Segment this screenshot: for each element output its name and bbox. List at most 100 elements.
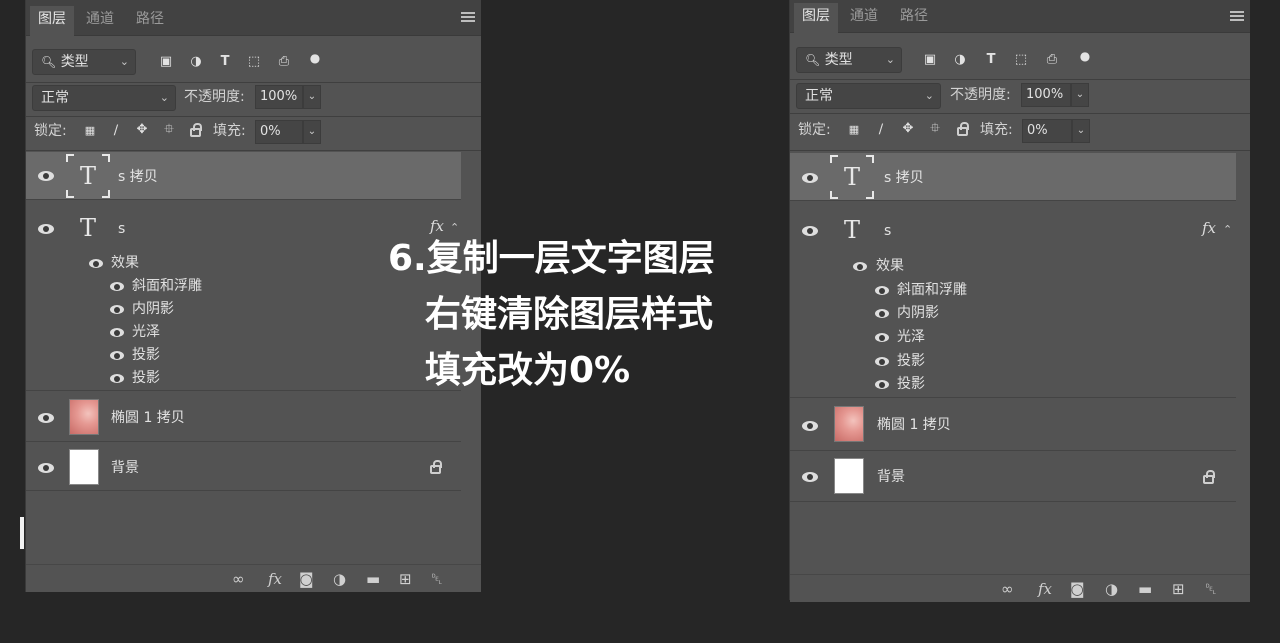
layer-row-s-copy[interactable]: T s 拷贝: [26, 152, 461, 200]
opacity-dropdown-icon[interactable]: ⌄: [303, 85, 321, 109]
opacity-input[interactable]: 100%: [255, 85, 303, 109]
visibility-eye-icon[interactable]: [875, 357, 889, 366]
new-layer-icon[interactable]: ⊞: [1172, 581, 1185, 597]
tab-paths[interactable]: 路径: [128, 6, 172, 36]
effect-satin[interactable]: 光泽: [132, 322, 160, 342]
shape-filter-icon[interactable]: ⬚: [246, 54, 262, 70]
text-filter-icon[interactable]: T: [983, 52, 999, 68]
visibility-eye-icon[interactable]: [110, 305, 124, 314]
pixel-filter-icon[interactable]: ▣: [158, 54, 174, 70]
lock-position-icon[interactable]: ✥: [900, 121, 916, 137]
blend-mode-select[interactable]: 正常 ⌄: [796, 83, 941, 109]
add-mask-icon[interactable]: ◙: [1070, 581, 1085, 597]
new-layer-icon[interactable]: ⊞: [399, 571, 412, 587]
effect-inner-shadow[interactable]: 内阴影: [132, 299, 174, 319]
lock-artboard-icon[interactable]: ⯐: [927, 121, 943, 137]
link-layers-icon[interactable]: ∞: [1001, 581, 1014, 597]
panel-tabbar: 图层 通道 路径: [790, 0, 1250, 33]
visibility-eye-icon[interactable]: [802, 472, 818, 482]
tab-channels[interactable]: 通道: [842, 3, 886, 33]
add-mask-icon[interactable]: ◙: [299, 571, 314, 587]
visibility-eye-icon[interactable]: [802, 173, 818, 183]
new-group-icon[interactable]: ▬: [366, 571, 380, 587]
chevron-down-icon: ⌄: [159, 91, 169, 104]
visibility-eye-icon[interactable]: [38, 413, 54, 423]
smart-object-filter-icon[interactable]: ⎙: [1044, 52, 1060, 68]
opacity-input[interactable]: 100%: [1021, 83, 1071, 107]
tab-layers[interactable]: 图层: [30, 6, 74, 36]
effect-drop-shadow-2[interactable]: 投影: [132, 368, 160, 388]
visibility-eye-icon[interactable]: [875, 309, 889, 318]
smart-object-filter-icon[interactable]: ⎙: [276, 54, 292, 70]
visibility-eye-icon[interactable]: [38, 171, 54, 181]
layer-row-background[interactable]: 背景: [790, 452, 1236, 502]
layer-row-s[interactable]: T s fx ⌃ 效果 斜面和浮雕 内阴影 光泽 投影 投影: [790, 202, 1236, 398]
visibility-eye-icon[interactable]: [802, 421, 818, 431]
layer-name: s 拷贝: [884, 170, 924, 186]
visibility-eye-icon[interactable]: [89, 259, 103, 268]
effect-drop-shadow-2[interactable]: 投影: [897, 374, 925, 394]
add-style-icon[interactable]: fx: [268, 571, 282, 587]
filter-type-select[interactable]: 🔍︎ 类型 ⌄: [32, 49, 136, 75]
panel-menu-icon[interactable]: [1230, 11, 1244, 23]
fill-dropdown-icon[interactable]: ⌄: [1072, 119, 1090, 143]
layer-row-background[interactable]: 背景: [26, 443, 461, 491]
pixel-filter-icon[interactable]: ▣: [922, 52, 938, 68]
effect-drop-shadow[interactable]: 投影: [897, 351, 925, 371]
filter-toggle-icon[interactable]: ●: [1077, 48, 1093, 64]
visibility-eye-icon[interactable]: [875, 333, 889, 342]
visibility-eye-icon[interactable]: [110, 282, 124, 291]
link-layers-icon[interactable]: ∞: [232, 571, 245, 587]
lock-all-icon[interactable]: [957, 122, 969, 136]
lock-position-icon[interactable]: ✥: [134, 122, 150, 138]
delete-layer-icon[interactable]: ␡: [1205, 581, 1217, 597]
visibility-eye-icon[interactable]: [802, 226, 818, 236]
opacity-dropdown-icon[interactable]: ⌄: [1071, 83, 1089, 107]
effect-inner-shadow[interactable]: 内阴影: [897, 303, 939, 323]
visibility-eye-icon[interactable]: [110, 328, 124, 337]
blend-mode-select[interactable]: 正常 ⌄: [32, 85, 176, 111]
visibility-eye-icon[interactable]: [853, 262, 867, 271]
visibility-eye-icon[interactable]: [875, 380, 889, 389]
filter-toggle-icon[interactable]: ●: [307, 50, 323, 66]
tab-paths[interactable]: 路径: [892, 3, 936, 33]
lock-brush-icon[interactable]: ∕: [873, 122, 889, 138]
tab-channels[interactable]: 通道: [78, 6, 122, 36]
tab-layers[interactable]: 图层: [794, 3, 838, 33]
visibility-eye-icon[interactable]: [38, 224, 54, 234]
filter-type-select[interactable]: 🔍︎ 类型 ⌄: [796, 47, 902, 73]
layer-row-s-copy[interactable]: T s 拷贝: [790, 153, 1236, 201]
layer-row-ellipse-copy[interactable]: 椭圆 1 拷贝: [790, 399, 1236, 451]
adjustment-filter-icon[interactable]: ◑: [188, 54, 204, 70]
lock-transparent-icon[interactable]: ▦: [846, 122, 862, 138]
background-layer-thumbnail: [834, 458, 864, 494]
visibility-eye-icon[interactable]: [38, 463, 54, 473]
fill-input[interactable]: 0%: [255, 120, 303, 144]
fx-icon[interactable]: fx: [1202, 219, 1216, 237]
effect-bevel-emboss[interactable]: 斜面和浮雕: [897, 280, 967, 300]
visibility-eye-icon[interactable]: [875, 286, 889, 295]
panel-menu-icon[interactable]: [461, 12, 475, 24]
layer-row-ellipse-copy[interactable]: 椭圆 1 拷贝: [26, 392, 461, 442]
lock-artboard-icon[interactable]: ⯐: [161, 122, 177, 138]
layer-row-s[interactable]: T s fx ⌃ 效果 斜面和浮雕 内阴影 光泽 投影 投影: [26, 201, 461, 391]
adjustment-layer-icon[interactable]: ◑: [333, 571, 346, 587]
lock-all-icon[interactable]: [190, 123, 202, 137]
collapse-effects-icon[interactable]: ⌃: [1223, 223, 1232, 236]
visibility-eye-icon[interactable]: [110, 351, 124, 360]
adjustment-layer-icon[interactable]: ◑: [1105, 581, 1118, 597]
shape-filter-icon[interactable]: ⬚: [1013, 52, 1029, 68]
lock-transparent-icon[interactable]: ▦: [82, 123, 98, 139]
effect-bevel-emboss[interactable]: 斜面和浮雕: [132, 276, 202, 296]
adjustment-filter-icon[interactable]: ◑: [952, 52, 968, 68]
delete-layer-icon[interactable]: ␡: [431, 571, 443, 587]
text-filter-icon[interactable]: T: [217, 54, 233, 70]
effect-drop-shadow[interactable]: 投影: [132, 345, 160, 365]
effect-satin[interactable]: 光泽: [897, 327, 925, 347]
new-group-icon[interactable]: ▬: [1138, 581, 1152, 597]
visibility-eye-icon[interactable]: [110, 374, 124, 383]
lock-brush-icon[interactable]: ∕: [108, 123, 124, 139]
fill-dropdown-icon[interactable]: ⌄: [303, 120, 321, 144]
add-style-icon[interactable]: fx: [1038, 581, 1052, 597]
fill-input[interactable]: 0%: [1022, 119, 1072, 143]
